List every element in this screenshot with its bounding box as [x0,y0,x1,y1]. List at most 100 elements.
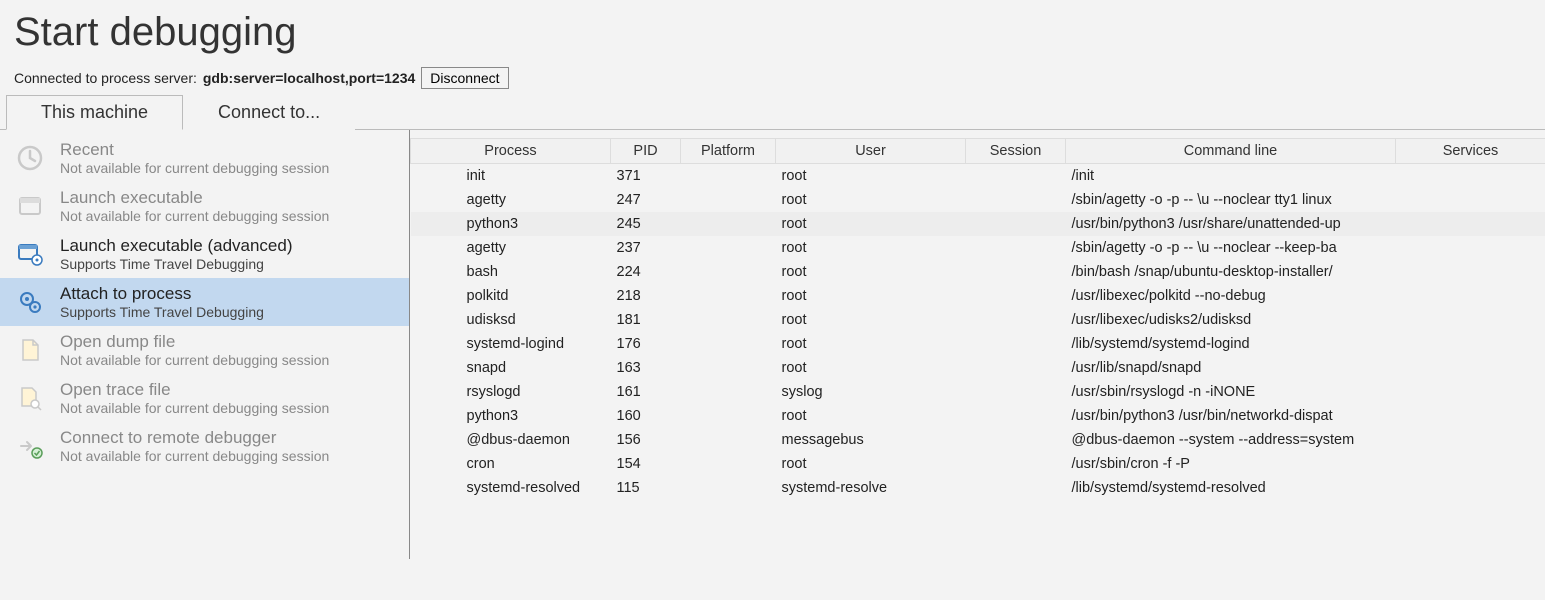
cell-platform [681,356,776,380]
cell-pid: 156 [611,428,681,452]
cell-platform [681,476,776,500]
cell-session [966,452,1066,476]
cell-pid: 371 [611,164,681,189]
sidebar-item-subtitle: Not available for current debugging sess… [60,208,329,224]
sidebar-item-subtitle: Not available for current debugging sess… [60,400,329,416]
cell-process: bash [411,260,611,284]
cell-services [1396,380,1545,404]
table-row[interactable]: udisksd 181 root /usr/libexec/udisks2/ud… [411,308,1545,332]
page-title: Start debugging [0,0,1545,67]
cell-cmd: @dbus-daemon --system --address=system [1066,428,1396,452]
process-table[interactable]: ProcessPIDPlatformUserSessionCommand lin… [410,138,1545,500]
cell-user: root [776,452,966,476]
column-header-pid[interactable]: PID [611,139,681,164]
sidebar-item-title: Open trace file [60,380,329,400]
table-row[interactable]: cron 154 root /usr/sbin/cron -f -P [411,452,1545,476]
column-header-user[interactable]: User [776,139,966,164]
sidebar-item-title: Launch executable (advanced) [60,236,293,256]
cell-user: root [776,236,966,260]
table-row[interactable]: agetty 237 root /sbin/agetty -o -p -- \u… [411,236,1545,260]
cell-pid: 176 [611,332,681,356]
cell-process: python3 [411,404,611,428]
cell-session [966,356,1066,380]
cell-session [966,428,1066,452]
disconnect-button[interactable]: Disconnect [421,67,508,89]
table-row[interactable]: systemd-logind 176 root /lib/systemd/sys… [411,332,1545,356]
cell-process: rsyslogd [411,380,611,404]
cell-cmd: /usr/lib/snapd/snapd [1066,356,1396,380]
table-row[interactable]: python3 160 root /usr/bin/python3 /usr/b… [411,404,1545,428]
cell-cmd: /lib/systemd/systemd-logind [1066,332,1396,356]
tab-connect-to-[interactable]: Connect to... [183,95,355,130]
sidebar-item-subtitle: Supports Time Travel Debugging [60,304,264,320]
cell-user: syslog [776,380,966,404]
file-search-icon [14,382,46,414]
cell-session [966,284,1066,308]
cell-process: polkitd [411,284,611,308]
column-header-process[interactable]: Process [411,139,611,164]
table-row[interactable]: @dbus-daemon 156 messagebus @dbus-daemon… [411,428,1545,452]
column-header-platform[interactable]: Platform [681,139,776,164]
sidebar-item-subtitle: Not available for current debugging sess… [60,160,329,176]
cell-services [1396,452,1545,476]
tab-this-machine[interactable]: This machine [6,95,183,130]
cell-cmd: /usr/sbin/cron -f -P [1066,452,1396,476]
cell-cmd: /bin/bash /snap/ubuntu-desktop-installer… [1066,260,1396,284]
sidebar-item-connect-to-remote-debugger: Connect to remote debugger Not available… [0,422,409,470]
cell-user: root [776,284,966,308]
window-gear-icon [14,238,46,270]
cell-user: messagebus [776,428,966,452]
table-row[interactable]: bash 224 root /bin/bash /snap/ubuntu-des… [411,260,1545,284]
sidebar-item-attach-to-process[interactable]: Attach to process Supports Time Travel D… [0,278,409,326]
table-row[interactable]: systemd-resolved 115 systemd-resolve /li… [411,476,1545,500]
cell-pid: 181 [611,308,681,332]
cell-platform [681,428,776,452]
cell-process: agetty [411,188,611,212]
remote-icon [14,430,46,462]
column-header-session[interactable]: Session [966,139,1066,164]
cell-services [1396,284,1545,308]
cell-services [1396,476,1545,500]
cell-services [1396,164,1545,189]
table-row[interactable]: rsyslogd 161 syslog /usr/sbin/rsyslogd -… [411,380,1545,404]
cell-platform [681,404,776,428]
cell-process: systemd-resolved [411,476,611,500]
cell-platform [681,380,776,404]
cell-cmd: /usr/sbin/rsyslogd -n -iNONE [1066,380,1396,404]
cell-session [966,212,1066,236]
table-row[interactable]: polkitd 218 root /usr/libexec/polkitd --… [411,284,1545,308]
cell-pid: 160 [611,404,681,428]
cell-process: python3 [411,212,611,236]
tabs: This machineConnect to... [6,95,1545,130]
file-icon [14,334,46,366]
cell-user: root [776,260,966,284]
cell-pid: 247 [611,188,681,212]
cell-platform [681,308,776,332]
cell-session [966,260,1066,284]
column-header-services[interactable]: Services [1396,139,1545,164]
cell-cmd: /init [1066,164,1396,189]
cell-services [1396,332,1545,356]
table-row[interactable]: snapd 163 root /usr/lib/snapd/snapd [411,356,1545,380]
cell-services [1396,212,1545,236]
cell-cmd: /usr/bin/python3 /usr/bin/networkd-dispa… [1066,404,1396,428]
sidebar-item-title: Connect to remote debugger [60,428,329,448]
cell-services [1396,236,1545,260]
cell-process: systemd-logind [411,332,611,356]
cell-session [966,380,1066,404]
sidebar-item-launch-executable-advanced-[interactable]: Launch executable (advanced) Supports Ti… [0,230,409,278]
cell-cmd: /usr/bin/python3 /usr/share/unattended-u… [1066,212,1396,236]
cell-pid: 163 [611,356,681,380]
cell-services [1396,308,1545,332]
sidebar-item-title: Launch executable [60,188,329,208]
table-row[interactable]: agetty 247 root /sbin/agetty -o -p -- \u… [411,188,1545,212]
table-row[interactable]: python3 245 root /usr/bin/python3 /usr/s… [411,212,1545,236]
cell-cmd: /sbin/agetty -o -p -- \u --noclear --kee… [1066,236,1396,260]
table-header-row[interactable]: ProcessPIDPlatformUserSessionCommand lin… [411,139,1545,164]
cell-user: root [776,164,966,189]
table-row[interactable]: init 371 root /init [411,164,1545,189]
cell-session [966,308,1066,332]
cell-user: systemd-resolve [776,476,966,500]
column-header-command-line[interactable]: Command line [1066,139,1396,164]
cell-platform [681,260,776,284]
